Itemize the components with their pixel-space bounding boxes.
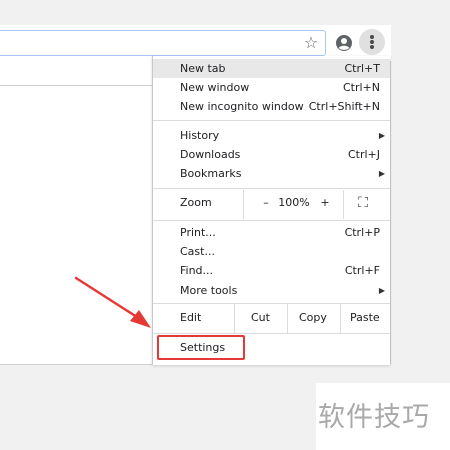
watermark-text: 软件技巧 bbox=[318, 402, 430, 433]
screenshot-stage: ☆ New tab Ctrl+T New window Ctrl+N New i… bbox=[0, 0, 450, 450]
